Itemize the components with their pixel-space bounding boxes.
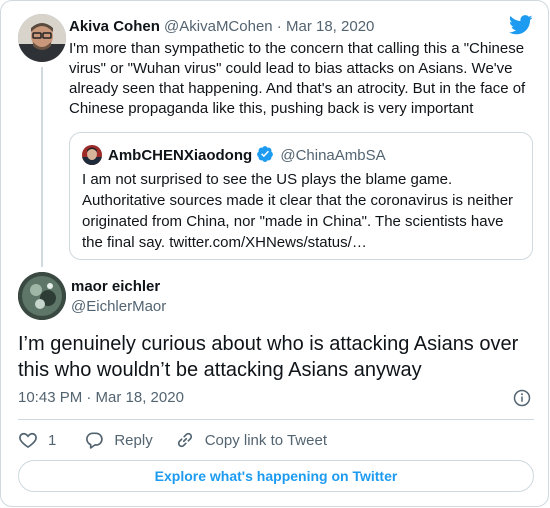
main-avatar[interactable] (18, 272, 66, 320)
divider (18, 419, 534, 420)
copy-link-button[interactable]: Copy link to Tweet (175, 430, 327, 450)
like-button[interactable]: 1 (18, 430, 56, 450)
meta-separator: · (272, 18, 286, 35)
main-avatar-photo (18, 272, 66, 320)
parent-tweet-header: Akiva Cohen @AkivaMCohen · Mar 18, 2020 (69, 17, 374, 37)
reply-bubble-icon (86, 432, 104, 449)
quote-text: I am not surprised to see the US plays t… (82, 171, 514, 251)
tweet-timestamp[interactable]: 10:43 PM · Mar 18, 2020 (18, 388, 184, 408)
reply-button[interactable]: Reply (84, 430, 153, 450)
link-icon (177, 432, 192, 448)
quote-author-name[interactable]: AmbCHENXiaodong (108, 147, 252, 164)
reply-label: Reply (114, 431, 153, 449)
parent-author-handle[interactable]: @AkivaMCohen (164, 18, 273, 35)
action-bar: 1 Reply Copy link to Tweet (18, 429, 327, 451)
embedded-tweet-card: Akiva Cohen @AkivaMCohen · Mar 18, 2020 … (0, 0, 549, 507)
avatar[interactable] (18, 14, 66, 62)
parent-tweet-text: I'm more than sympathetic to the concern… (69, 40, 526, 117)
main-tweet-text: I’m genuinely curious about who is attac… (18, 333, 519, 381)
thread-line (41, 67, 43, 267)
verified-badge-icon (257, 146, 274, 162)
like-count: 1 (48, 431, 57, 449)
info-icon[interactable] (513, 389, 531, 407)
quote-avatar-photo (82, 145, 102, 165)
parent-author-name[interactable]: Akiva Cohen (69, 18, 160, 35)
explore-twitter-button[interactable]: Explore what's happening on Twitter (18, 460, 534, 492)
heart-icon (19, 432, 37, 449)
parent-tweet-date[interactable]: Mar 18, 2020 (286, 18, 374, 35)
main-author-handle[interactable]: @EichlerMaor (71, 297, 166, 317)
twitter-bird-icon[interactable] (509, 15, 533, 35)
copy-link-label: Copy link to Tweet (204, 431, 327, 449)
quote-avatar (82, 145, 102, 165)
avatar-photo (18, 14, 66, 62)
quote-author-handle[interactable]: @ChinaAmbSA (280, 147, 385, 164)
quote-header: AmbCHENXiaodong @ChinaAmbSA (108, 145, 386, 166)
main-author-name[interactable]: maor eichler (71, 277, 160, 297)
quoted-tweet[interactable]: AmbCHENXiaodong @ChinaAmbSA I am not sur… (69, 132, 533, 260)
